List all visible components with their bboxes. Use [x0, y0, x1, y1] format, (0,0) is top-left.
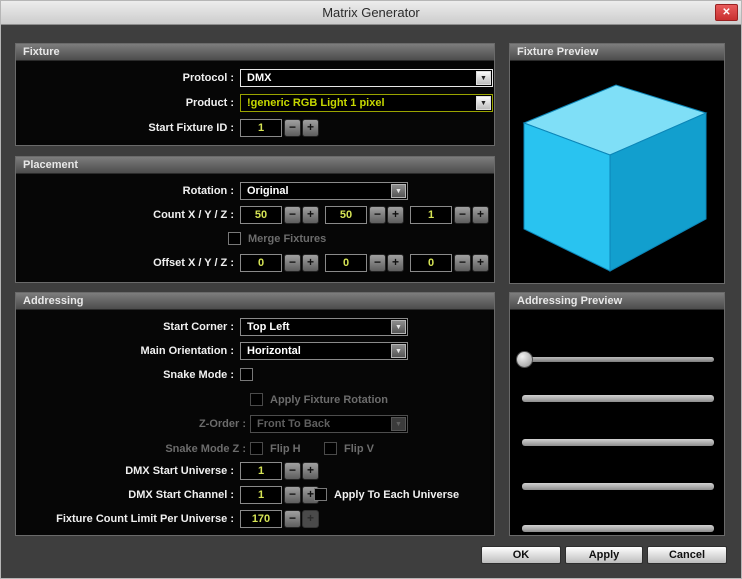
start-corner-dropdown[interactable]: Top Left ▼	[240, 318, 408, 336]
addressing-slider-track	[520, 357, 714, 362]
protocol-dropdown[interactable]: DMX ▼	[240, 69, 493, 87]
apply-fixture-rotation-label: Apply Fixture Rotation	[270, 394, 388, 406]
title-bar: Matrix Generator ✕	[1, 1, 741, 25]
placement-panel: Placement Rotation : Original ▼ Count X …	[15, 156, 495, 283]
fixture-count-limit-minus-button[interactable]: −	[284, 510, 301, 528]
z-order-value: Front To Back	[257, 418, 331, 430]
apply-button[interactable]: Apply	[565, 546, 643, 564]
addressing-preview-panel: Addressing Preview	[509, 292, 725, 536]
product-label: Product :	[185, 97, 234, 109]
dmx-start-channel-field[interactable]: 1	[240, 486, 282, 504]
z-order-dropdown: Front To Back ▼	[250, 415, 408, 433]
close-button[interactable]: ✕	[715, 4, 738, 21]
offset-x-plus-button[interactable]: +	[302, 254, 319, 272]
start-fixture-id-label: Start Fixture ID :	[148, 122, 234, 134]
flip-v-checkbox	[324, 442, 337, 455]
dmx-start-universe-plus-button[interactable]: +	[302, 462, 319, 480]
window-title: Matrix Generator	[322, 5, 420, 20]
count-z-field[interactable]: 1	[410, 206, 452, 224]
rotation-label: Rotation :	[182, 185, 234, 197]
offset-xyz-label: Offset X / Y / Z :	[153, 257, 234, 269]
count-xyz-label: Count X / Y / Z :	[153, 209, 234, 221]
fixture-preview-cube	[522, 84, 708, 272]
main-orientation-dropdown[interactable]: Horizontal ▼	[240, 342, 408, 360]
fixture-count-limit-plus-button: +	[302, 510, 319, 528]
apply-to-each-universe-label: Apply To Each Universe	[334, 489, 460, 501]
count-z-minus-button[interactable]: −	[454, 206, 471, 224]
start-corner-label: Start Corner :	[163, 321, 234, 333]
start-fixture-id-field[interactable]: 1	[240, 119, 282, 137]
snake-mode-label: Snake Mode :	[163, 369, 234, 381]
start-fixture-id-plus-button[interactable]: +	[302, 119, 319, 137]
snake-mode-checkbox[interactable]	[240, 368, 253, 381]
dmx-start-universe-field[interactable]: 1	[240, 462, 282, 480]
rotation-dropdown[interactable]: Original ▼	[240, 182, 408, 200]
addressing-panel: Addressing Start Corner : Top Left ▼ Mai…	[15, 292, 495, 536]
count-y-plus-button[interactable]: +	[387, 206, 404, 224]
addressing-panel-header: Addressing	[16, 293, 494, 310]
placement-panel-header: Placement	[16, 157, 494, 174]
protocol-label: Protocol :	[182, 72, 234, 84]
chevron-down-icon: ▼	[476, 96, 491, 110]
flip-v-label: Flip V	[344, 443, 374, 455]
start-corner-value: Top Left	[247, 321, 290, 333]
rotation-value: Original	[247, 185, 289, 197]
offset-z-plus-button[interactable]: +	[472, 254, 489, 272]
universe-bar	[522, 439, 714, 446]
dmx-start-universe-minus-button[interactable]: −	[284, 462, 301, 480]
dmx-start-channel-minus-button[interactable]: −	[284, 486, 301, 504]
main-orientation-value: Horizontal	[247, 345, 301, 357]
count-x-plus-button[interactable]: +	[302, 206, 319, 224]
dmx-start-universe-label: DMX Start Universe :	[125, 465, 234, 477]
offset-z-minus-button[interactable]: −	[454, 254, 471, 272]
chevron-down-icon: ▼	[391, 184, 406, 198]
addressing-preview-header: Addressing Preview	[510, 293, 724, 310]
chevron-down-icon: ▼	[391, 417, 406, 431]
ok-button[interactable]: OK	[481, 546, 561, 564]
snake-mode-z-label: Snake Mode Z :	[165, 443, 246, 455]
universe-bar	[522, 525, 714, 532]
chevron-down-icon: ▼	[391, 344, 406, 358]
offset-x-minus-button[interactable]: −	[284, 254, 301, 272]
fixture-preview-canvas	[510, 61, 724, 283]
z-order-label: Z-Order :	[198, 418, 246, 430]
addressing-slider-knob[interactable]	[516, 351, 533, 368]
matrix-generator-dialog: Matrix Generator ✕ Fixture Protocol : DM…	[0, 0, 742, 579]
flip-h-checkbox	[250, 442, 263, 455]
apply-fixture-rotation-checkbox	[250, 393, 263, 406]
offset-y-plus-button[interactable]: +	[387, 254, 404, 272]
product-value: !generic RGB Light 1 pixel	[247, 97, 385, 109]
chevron-down-icon: ▼	[391, 320, 406, 334]
main-orientation-label: Main Orientation :	[140, 345, 235, 357]
close-icon: ✕	[722, 7, 731, 18]
chevron-down-icon: ▼	[476, 71, 491, 85]
fixture-preview-header: Fixture Preview	[510, 44, 724, 61]
offset-y-field[interactable]: 0	[325, 254, 367, 272]
offset-z-field[interactable]: 0	[410, 254, 452, 272]
product-dropdown[interactable]: !generic RGB Light 1 pixel ▼	[240, 94, 493, 112]
fixture-count-limit-label: Fixture Count Limit Per Universe :	[56, 513, 234, 525]
fixture-count-limit-field[interactable]: 170	[240, 510, 282, 528]
start-fixture-id-minus-button[interactable]: −	[284, 119, 301, 137]
protocol-value: DMX	[247, 72, 272, 84]
offset-x-field[interactable]: 0	[240, 254, 282, 272]
flip-h-label: Flip H	[270, 443, 301, 455]
count-z-plus-button[interactable]: +	[472, 206, 489, 224]
count-x-minus-button[interactable]: −	[284, 206, 301, 224]
addressing-preview-canvas	[510, 310, 724, 535]
universe-bar	[522, 483, 714, 490]
universe-bar	[522, 395, 714, 402]
fixture-panel-header: Fixture	[16, 44, 494, 61]
offset-y-minus-button[interactable]: −	[369, 254, 386, 272]
count-y-minus-button[interactable]: −	[369, 206, 386, 224]
merge-fixtures-label: Merge Fixtures	[248, 233, 327, 245]
count-x-field[interactable]: 50	[240, 206, 282, 224]
apply-to-each-universe-checkbox[interactable]	[314, 488, 327, 501]
fixture-preview-panel: Fixture Preview	[509, 43, 725, 284]
merge-fixtures-checkbox[interactable]	[228, 232, 241, 245]
count-y-field[interactable]: 50	[325, 206, 367, 224]
cancel-button[interactable]: Cancel	[647, 546, 727, 564]
fixture-panel: Fixture Protocol : DMX ▼ Product : !gene…	[15, 43, 495, 146]
dmx-start-channel-label: DMX Start Channel :	[128, 489, 234, 501]
